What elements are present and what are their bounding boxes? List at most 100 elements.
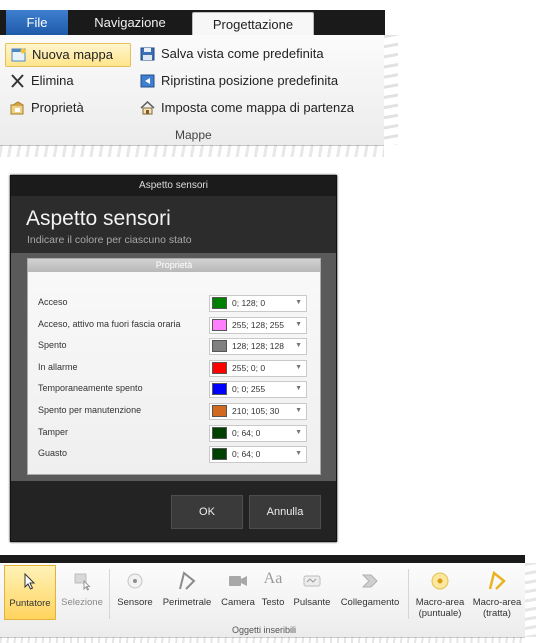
color-swatch <box>212 361 227 374</box>
text-aa-icon: Aa <box>263 570 283 587</box>
chevron-down-icon: ▼ <box>295 385 302 393</box>
dialog-footer: OK Annulla <box>11 481 336 541</box>
proprieta-button[interactable]: Proprietà <box>5 97 84 119</box>
puntatore-label: Puntatore <box>9 598 51 609</box>
color-picker-dropdown[interactable]: 255; 0; 0 ▼ <box>209 359 307 377</box>
imposta-mappa-label: Imposta come mappa di partenza <box>161 100 354 115</box>
perimetrale-label: Perimetrale <box>162 597 212 608</box>
color-picker-dropdown[interactable]: 0; 64; 0 ▼ <box>209 446 307 464</box>
property-row: Temporaneamente spento 0; 0; 255 ▼ <box>28 381 320 399</box>
selezione-label: Selezione <box>61 597 103 608</box>
chevron-down-icon: ▼ <box>295 428 302 436</box>
properties-panel: Proprietà Acceso 0; 128; 0 ▼ Acceso, attivo… <box>27 258 321 475</box>
color-swatch <box>212 448 227 461</box>
color-swatch <box>212 318 227 331</box>
link-arrow-icon <box>361 574 378 588</box>
color-picker-dropdown[interactable]: 210; 105; 30 ▼ <box>209 403 307 420</box>
macro-area-tratta-button[interactable]: Macro-area (tratta) <box>470 565 524 620</box>
property-label: Acceso, attivo ma fuori fascia oraria <box>38 318 181 329</box>
property-label: Guasto <box>38 448 68 459</box>
color-value: 255; 128; 255 <box>232 319 284 330</box>
puntatore-button[interactable]: Puntatore <box>4 565 56 620</box>
delete-x-icon <box>11 74 24 88</box>
color-swatch <box>212 340 227 353</box>
nuova-mappa-button[interactable]: Nuova mappa <box>5 43 131 67</box>
nuova-mappa-label: Nuova mappa <box>32 47 113 62</box>
sensore-button[interactable]: Sensore <box>113 565 157 620</box>
perimeter-line-icon <box>179 571 196 590</box>
color-value: 0; 64; 0 <box>232 449 261 460</box>
dialog-heading: Aspetto sensori <box>26 207 171 230</box>
new-map-icon <box>11 48 26 62</box>
color-value: 0; 128; 0 <box>232 298 266 308</box>
macro-puntuale-line2: (puntuale) <box>418 608 462 619</box>
macro-line-icon <box>488 571 506 590</box>
elimina-button[interactable]: Elimina <box>5 70 74 92</box>
save-disk-icon <box>140 47 155 61</box>
properties-header: Proprietà <box>28 259 320 272</box>
property-label: Temporaneamente spento <box>38 383 143 394</box>
color-value: 210; 105; 30 <box>232 406 280 416</box>
property-label: Acceso <box>38 297 68 307</box>
separator <box>109 569 110 619</box>
pushbutton-icon <box>303 575 321 587</box>
ripristina-label: Ripristina posizione predefinita <box>161 73 339 88</box>
color-picker-dropdown[interactable]: 128; 128; 128 ▼ <box>209 338 307 356</box>
chevron-down-icon: ▼ <box>295 342 302 350</box>
perimetrale-button[interactable]: Perimetrale <box>158 565 216 620</box>
macro-area-tratta-label: Macro-area (tratta) <box>470 597 524 619</box>
color-value: 0; 0; 255 <box>232 384 266 395</box>
selezione-button[interactable]: Selezione <box>58 565 106 620</box>
chevron-down-icon: ▼ <box>295 320 302 328</box>
chevron-down-icon: ▼ <box>295 363 302 371</box>
pointer-arrow-icon <box>24 572 36 590</box>
ok-button[interactable]: OK <box>171 495 243 529</box>
color-swatch <box>212 297 227 309</box>
property-label: In allarme <box>38 361 78 372</box>
color-value: 128; 128; 128 <box>232 341 284 352</box>
property-row: Spento 128; 128; 128 ▼ <box>28 338 320 356</box>
macro-area-puntuale-button[interactable]: Macro-area (puntuale) <box>412 565 468 620</box>
property-row: Guasto 0; 64; 0 ▼ <box>28 446 320 464</box>
annulla-button[interactable]: Annulla <box>249 495 321 529</box>
color-picker-dropdown[interactable]: 0; 128; 0 ▼ <box>209 295 307 312</box>
sensore-label: Sensore <box>117 597 153 608</box>
elimina-label: Elimina <box>31 73 74 88</box>
salva-vista-button[interactable]: Salva vista come predefinita <box>135 43 324 65</box>
group-label-mappe: Mappe <box>175 128 212 142</box>
macro-puntuale-line1: Macro-area <box>415 597 465 608</box>
dialog-subtitle: Indicare il colore per ciascuno stato <box>27 234 192 246</box>
property-row: Tamper 0; 64; 0 ▼ <box>28 424 320 442</box>
selection-icon <box>74 573 91 591</box>
tab-navigazione[interactable]: Navigazione <box>76 10 184 35</box>
pulsante-button[interactable]: Pulsante <box>290 565 334 620</box>
chevron-down-icon: ▼ <box>295 450 302 458</box>
macro-tratta-line1: Macro-area <box>472 597 522 608</box>
camera-button[interactable]: Camera <box>218 565 258 620</box>
camera-icon <box>229 576 247 586</box>
group-label-oggetti-inseribili: Oggetti inseribili <box>232 625 297 635</box>
color-value: 0; 64; 0 <box>232 427 261 438</box>
dialog-body: Proprietà Acceso 0; 128; 0 ▼ Acceso, attivo… <box>11 253 336 481</box>
color-picker-dropdown[interactable]: 0; 64; 0 ▼ <box>209 424 307 442</box>
color-swatch <box>212 405 227 417</box>
ribbon-tab-bar: File Navigazione Progettazione <box>0 10 385 39</box>
sensor-icon <box>127 573 143 589</box>
ribbon-panel-mappe: Nuova mappa Elimina Proprietà Salva vist… <box>0 35 398 157</box>
property-label: Spento per manutenzione <box>38 405 142 415</box>
property-row: Acceso, attivo ma fuori fascia oraria 255… <box>28 316 320 334</box>
testo-button[interactable]: Aa Testo <box>258 565 288 620</box>
tab-file[interactable]: File <box>6 10 68 35</box>
ripristina-button[interactable]: Ripristina posizione predefinita <box>135 70 338 92</box>
collegamento-button[interactable]: Collegamento <box>336 565 404 620</box>
color-picker-dropdown[interactable]: 0; 0; 255 ▼ <box>209 381 307 399</box>
property-label: Spento <box>38 340 67 351</box>
separator <box>408 569 409 619</box>
property-label: Tamper <box>38 426 69 437</box>
color-picker-dropdown[interactable]: 255; 128; 255 ▼ <box>209 316 307 334</box>
imposta-mappa-button[interactable]: Imposta come mappa di partenza <box>135 97 354 119</box>
restore-icon <box>140 74 155 88</box>
torn-edge <box>384 35 398 145</box>
property-row: Acceso 0; 128; 0 ▼ <box>28 295 320 312</box>
property-row: Spento per manutenzione 210; 105; 30 ▼ <box>28 403 320 420</box>
